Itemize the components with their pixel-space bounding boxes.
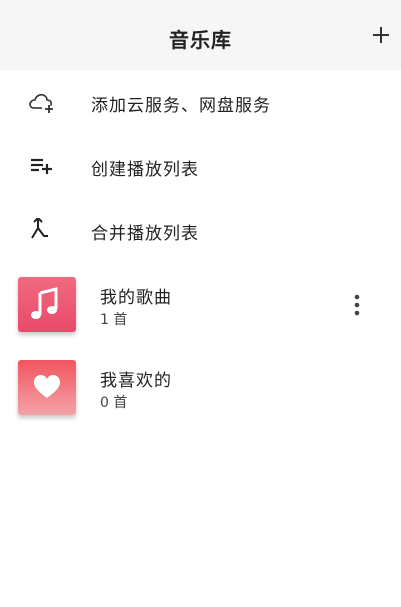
playlist-cover: [18, 277, 76, 332]
merge-playlist-label: 合并播放列表: [91, 224, 199, 244]
more-options-button[interactable]: [351, 293, 363, 317]
playlist-count: 1 首: [100, 312, 128, 328]
music-note-icon: [31, 287, 58, 319]
merge-icon: [28, 216, 56, 242]
create-playlist-item[interactable]: 创建播放列表: [0, 134, 401, 198]
page-title: 音乐库: [169, 28, 232, 52]
add-cloud-service-item[interactable]: 添加云服务、网盘服务: [0, 70, 401, 134]
playlist-count: 0 首: [100, 395, 128, 411]
playlist-name: 我的歌曲: [100, 288, 172, 308]
playlist-item-my-songs[interactable]: 我的歌曲 1 首: [0, 277, 401, 349]
plus-icon: [373, 27, 389, 43]
cloud-add-icon: [28, 90, 56, 114]
playlist-name: 我喜欢的: [100, 371, 172, 391]
playlist-add-icon: [28, 154, 56, 178]
merge-playlist-item[interactable]: 合并播放列表: [0, 198, 401, 262]
add-button[interactable]: [371, 25, 391, 45]
playlist-item-favorites[interactable]: 我喜欢的 0 首: [0, 360, 401, 432]
heart-icon: [34, 375, 60, 398]
playlist-cover: [18, 360, 76, 415]
more-vertical-icon: [354, 294, 360, 316]
app-header: 音乐库: [0, 0, 401, 70]
add-cloud-service-label: 添加云服务、网盘服务: [91, 96, 271, 116]
create-playlist-label: 创建播放列表: [91, 160, 199, 180]
